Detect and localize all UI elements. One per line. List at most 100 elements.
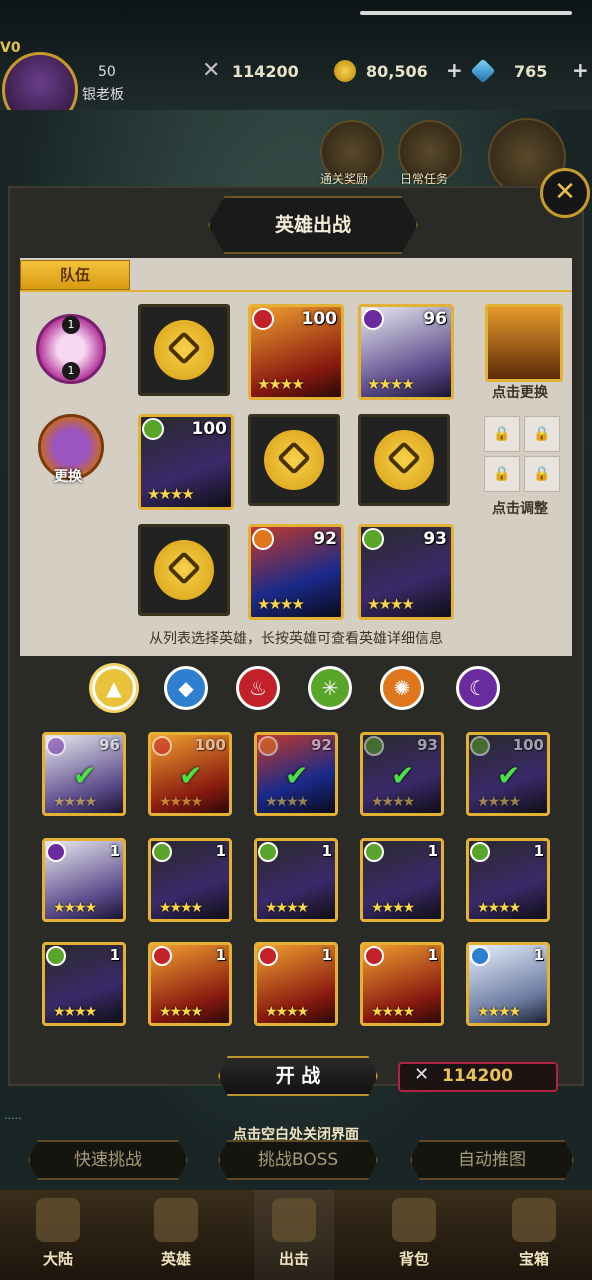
roster-hero-card[interactable]: 100 ★★★★ ✔ <box>466 732 550 816</box>
team-hero-slot[interactable]: 100 ★★★★ <box>248 304 344 400</box>
lock-icon[interactable]: 🔒 <box>484 456 520 492</box>
nav-label: 宝箱 <box>518 1250 549 1268</box>
roster-hero-card[interactable]: 1 ★★★★ <box>148 942 232 1026</box>
team-hero-slot[interactable]: 93 ★★★★ <box>358 524 454 620</box>
hero-card-content: 1 ★★★★ <box>257 841 335 919</box>
hero-stars: ★★★★ <box>477 900 521 916</box>
nav-chest[interactable]: 宝箱 <box>494 1190 574 1280</box>
roster-hero-card[interactable]: 1 ★★★★ <box>254 838 338 922</box>
roster-hero-card[interactable]: 1 ★★★★ <box>466 838 550 922</box>
roster-hero-card[interactable]: 93 ★★★★ ✔ <box>360 732 444 816</box>
gold-coin-icon <box>334 60 356 82</box>
wind-element-icon <box>470 842 490 862</box>
start-battle-button[interactable]: 开 战 <box>218 1056 378 1096</box>
tab-underline <box>20 290 572 292</box>
treasure-chest-icon <box>512 1198 556 1242</box>
lock-icon[interactable]: 🔒 <box>484 416 520 452</box>
wind-element-icon <box>364 842 384 862</box>
roster-hero-card[interactable]: 1 ★★★★ <box>254 942 338 1026</box>
nav-continent[interactable]: 大陆 <box>18 1190 98 1280</box>
daily-task-label: 日常任务 <box>400 172 449 186</box>
hero-stars: ★★★★ <box>367 375 415 393</box>
hero-level: 96 <box>99 736 120 754</box>
hero-card-content: 1 ★★★★ <box>363 841 441 919</box>
empty-team-slot[interactable] <box>248 414 340 506</box>
moon-element-icon <box>362 308 384 330</box>
hero-level: 1 <box>109 842 120 860</box>
filter-sun-icon[interactable]: ✺ <box>380 666 424 710</box>
empty-team-slot[interactable] <box>138 304 230 396</box>
hero-stars: ★★★★ <box>159 794 203 810</box>
fire-element-icon <box>364 946 384 966</box>
team-hero-slot[interactable]: 92 ★★★★ <box>248 524 344 620</box>
filter-moon-icon[interactable]: ☾ <box>456 666 500 710</box>
close-swords-icon: ✕ <box>554 177 576 207</box>
hero-stars: ★★★★ <box>477 794 521 810</box>
moon-element-icon <box>46 842 66 862</box>
hero-level: 93 <box>423 529 447 549</box>
hero-stars: ★★★★ <box>257 595 305 613</box>
filter-fire-icon[interactable]: ♨ <box>236 666 280 710</box>
badge-bottom-count: 1 <box>62 362 80 380</box>
hero-stars: ★★★★ <box>371 1004 415 1020</box>
filter-water-icon[interactable]: ◆ <box>164 666 208 710</box>
hero-stars: ★★★★ <box>159 1004 203 1020</box>
nav-attack[interactable]: 出击 <box>254 1190 334 1280</box>
team-hero-slot[interactable]: 100 ★★★★ <box>138 414 234 510</box>
player-level: 50 <box>98 64 116 80</box>
roster-hero-card[interactable]: 92 ★★★★ ✔ <box>254 732 338 816</box>
badge-top-count: 1 <box>62 316 80 334</box>
auto-push-button[interactable]: 自动推图 <box>410 1140 574 1180</box>
hero-level: 1 <box>533 842 544 860</box>
challenge-boss-button[interactable]: 挑战BOSS <box>218 1140 378 1180</box>
empty-team-slot[interactable] <box>138 524 230 616</box>
hero-level: 1 <box>427 946 438 964</box>
roster-hero-card[interactable]: 100 ★★★★ ✔ <box>148 732 232 816</box>
roster-hero-card[interactable]: 1 ★★★★ <box>42 942 126 1026</box>
hero-stars: ★★★★ <box>371 900 415 916</box>
crossed-swords-icon <box>272 1198 316 1242</box>
gem-value: 765 <box>514 62 548 81</box>
lock-icon[interactable]: 🔒 <box>524 456 560 492</box>
hero-stars: ★★★★ <box>53 900 97 916</box>
fire-element-icon <box>252 308 274 330</box>
team-hero-slot[interactable]: 96 ★★★★ <box>358 304 454 400</box>
roster-hero-card[interactable]: 96 ★★★★ ✔ <box>42 732 126 816</box>
team-power-value: 114200 <box>442 1066 513 1086</box>
roster-hero-card[interactable]: 1 ★★★★ <box>148 838 232 922</box>
roster-hero-card[interactable]: 1 ★★★★ <box>360 838 444 922</box>
filter-all-icon[interactable]: ▲ <box>92 666 136 710</box>
gold-value: 80,506 <box>366 62 428 81</box>
nav-bag[interactable]: 背包 <box>374 1190 454 1280</box>
quick-challenge-button[interactable]: 快速挑战 <box>28 1140 188 1180</box>
click-change-label: 点击更换 <box>492 385 548 401</box>
roster-hero-card[interactable]: 1 ★★★★ <box>466 942 550 1026</box>
tab-team[interactable]: 队伍 <box>20 260 130 290</box>
hero-level: 100 <box>301 309 338 329</box>
hero-card-content: 1 ★★★★ <box>469 841 547 919</box>
empty-team-slot[interactable] <box>358 414 450 506</box>
roster-hero-card[interactable]: 1 ★★★★ <box>42 838 126 922</box>
hero-stars: ★★★★ <box>53 1004 97 1020</box>
wind-element-icon <box>142 418 164 440</box>
sun-element-icon <box>258 736 278 756</box>
nav-hero[interactable]: 英雄 <box>136 1190 216 1280</box>
close-button[interactable]: ✕ <box>540 168 590 218</box>
hero-card-content: 1 ★★★★ <box>151 841 229 919</box>
wind-element-icon <box>258 842 278 862</box>
fire-element-icon <box>258 946 278 966</box>
selected-check-icon: ✔ <box>285 759 309 792</box>
roster-hero-card[interactable]: 1 ★★★★ <box>360 942 444 1026</box>
hero-level: 93 <box>417 736 438 754</box>
add-gold-button[interactable]: + <box>446 58 463 82</box>
hero-stars: ★★★★ <box>367 595 415 613</box>
power-swords-icon: ✕ <box>202 58 221 83</box>
lock-icon[interactable]: 🔒 <box>524 416 560 452</box>
wind-element-icon <box>364 736 384 756</box>
filter-wind-icon[interactable]: ✳ <box>308 666 352 710</box>
hero-level: 92 <box>311 736 332 754</box>
add-gem-button[interactable]: + <box>572 58 589 82</box>
hero-card-content: 1 ★★★★ <box>363 945 441 1023</box>
weapon-slot[interactable] <box>485 304 563 382</box>
hero-card-content: 1 ★★★★ <box>257 945 335 1023</box>
